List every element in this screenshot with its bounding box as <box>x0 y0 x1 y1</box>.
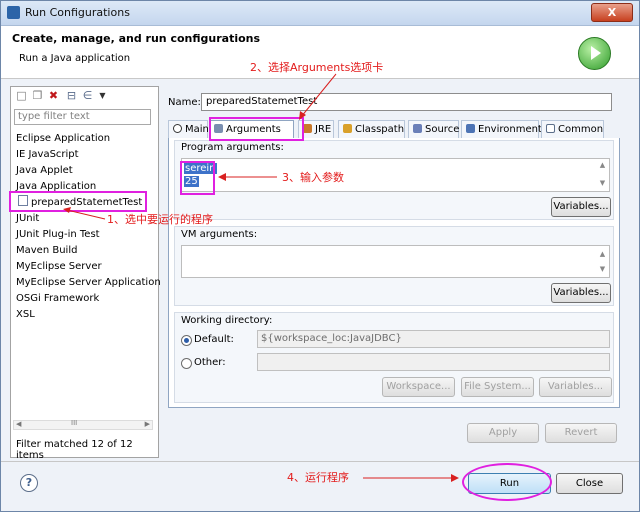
default-radio[interactable] <box>181 335 192 346</box>
footer-separator <box>1 461 639 462</box>
tab-classpath[interactable]: Classpath <box>338 120 405 138</box>
scroll-left-icon[interactable]: ◀ <box>16 420 21 428</box>
scroll-down-icon[interactable]: ▼ <box>598 179 607 187</box>
close-button[interactable]: Close <box>556 473 623 494</box>
vm-arguments-textarea[interactable]: ▲ ▼ <box>181 245 610 278</box>
scroll-down-icon[interactable]: ▼ <box>598 265 607 273</box>
tab-label: Common <box>558 124 604 135</box>
collapse-all-icon[interactable]: ⊟ <box>65 89 78 102</box>
vm-arguments-label: VM arguments: <box>181 229 258 240</box>
annotation-step4: 4、运行程序 <box>287 471 349 484</box>
tree-item[interactable]: OSGi Framework <box>16 291 161 307</box>
jre-tab-icon <box>303 124 312 133</box>
app-icon <box>7 6 20 19</box>
highlight-program-arguments <box>180 161 215 195</box>
configuration-list-panel: □ ❐ ✖ ⊟ ∈ ▼ type filter text Eclipse App… <box>10 86 161 461</box>
default-directory-field: ${workspace_loc:JavaJDBC} <box>257 330 610 348</box>
highlight-arguments-tab <box>209 117 304 141</box>
environment-tab-icon <box>466 124 475 133</box>
header-subtitle: Run a Java application <box>19 53 131 64</box>
default-label: Default: <box>194 334 234 345</box>
filter-status: Filter matched 12 of 12 items <box>16 439 133 461</box>
arguments-panel: Program arguments: serein 25 ▲ ▼ Variabl… <box>168 138 620 408</box>
tab-label: Source <box>425 124 460 135</box>
tab-label: Classpath <box>355 124 405 135</box>
run-icon <box>578 37 611 70</box>
revert-button[interactable]: Revert <box>545 423 617 443</box>
file-system-button[interactable]: File System... <box>461 377 534 397</box>
scroll-up-icon[interactable]: ▲ <box>598 250 607 258</box>
other-label: Other: <box>194 357 226 368</box>
horizontal-scrollbar[interactable]: ◀ III ▶ <box>13 419 153 430</box>
chevron-down-icon[interactable]: ▼ <box>96 89 109 102</box>
tree-item[interactable]: MyEclipse Server <box>16 259 161 275</box>
tree-item[interactable]: Maven Build <box>16 243 161 259</box>
scroll-thumb[interactable]: III <box>71 419 77 427</box>
window-title: Run Configurations <box>25 6 130 19</box>
configuration-editor: Name: preparedStatemetTest Main Argument… <box>164 86 624 458</box>
arrow-step4-head <box>451 474 459 482</box>
highlight-run-button <box>462 463 552 501</box>
new-config-icon[interactable]: □ <box>15 89 28 102</box>
program-arguments-textarea[interactable]: serein 25 ▲ ▼ <box>181 158 610 192</box>
window-close-button[interactable]: X <box>591 3 633 22</box>
tab-source[interactable]: Source <box>408 120 459 138</box>
tab-common[interactable]: Common <box>541 120 604 138</box>
main-tab-icon <box>173 124 182 133</box>
source-tab-icon <box>413 124 422 133</box>
tab-label: Environment <box>478 124 542 135</box>
tree-item[interactable]: Java Applet <box>16 163 161 179</box>
scroll-up-icon[interactable]: ▲ <box>598 161 607 169</box>
other-radio[interactable] <box>181 358 192 369</box>
annotation-step3: 3、输入参数 <box>282 171 344 184</box>
apply-button[interactable]: Apply <box>467 423 539 443</box>
classpath-tab-icon <box>343 124 352 133</box>
annotation-step2: 2、选择Arguments选项卡 <box>250 61 384 74</box>
tree-item[interactable]: XSL <box>16 307 161 323</box>
name-input[interactable]: preparedStatemetTest <box>201 93 612 111</box>
tree-item[interactable]: IE JavaScript <box>16 147 161 163</box>
delete-icon[interactable]: ✖ <box>47 89 60 102</box>
filter-input[interactable]: type filter text <box>14 109 151 125</box>
tree-item[interactable]: Eclipse Application <box>16 131 161 147</box>
program-variables-button[interactable]: Variables... <box>551 197 611 217</box>
tree-item[interactable]: MyEclipse Server Application <box>16 275 161 291</box>
program-arguments-label: Program arguments: <box>181 142 284 153</box>
config-tree: Eclipse Application IE JavaScript Java A… <box>16 131 161 323</box>
run-configurations-dialog: Run Configurations X Create, manage, and… <box>0 0 640 512</box>
tab-label: Main <box>185 124 209 135</box>
filter-icon[interactable]: ∈ <box>81 89 94 102</box>
workspace-button[interactable]: Workspace... <box>382 377 455 397</box>
directory-variables-button[interactable]: Variables... <box>539 377 612 397</box>
help-icon[interactable]: ? <box>20 474 38 492</box>
tab-main[interactable]: Main <box>168 120 209 138</box>
tab-environment[interactable]: Environment <box>461 120 542 138</box>
tree-item[interactable]: JUnit Plug-in Test <box>16 227 161 243</box>
title-bar: Run Configurations X <box>1 1 639 26</box>
annotation-step1: 1、选中要运行的程序 <box>107 213 213 226</box>
vm-variables-button[interactable]: Variables... <box>551 283 611 303</box>
other-directory-field <box>257 353 610 371</box>
highlight-selected-config <box>9 191 147 212</box>
name-label: Name: <box>168 97 201 108</box>
duplicate-icon[interactable]: ❐ <box>31 89 44 102</box>
scroll-right-icon[interactable]: ▶ <box>145 420 150 428</box>
common-tab-icon <box>546 124 555 133</box>
tab-label: JRE <box>315 124 332 135</box>
working-directory-label: Working directory: <box>181 315 273 326</box>
header-title: Create, manage, and run configurations <box>12 32 261 45</box>
